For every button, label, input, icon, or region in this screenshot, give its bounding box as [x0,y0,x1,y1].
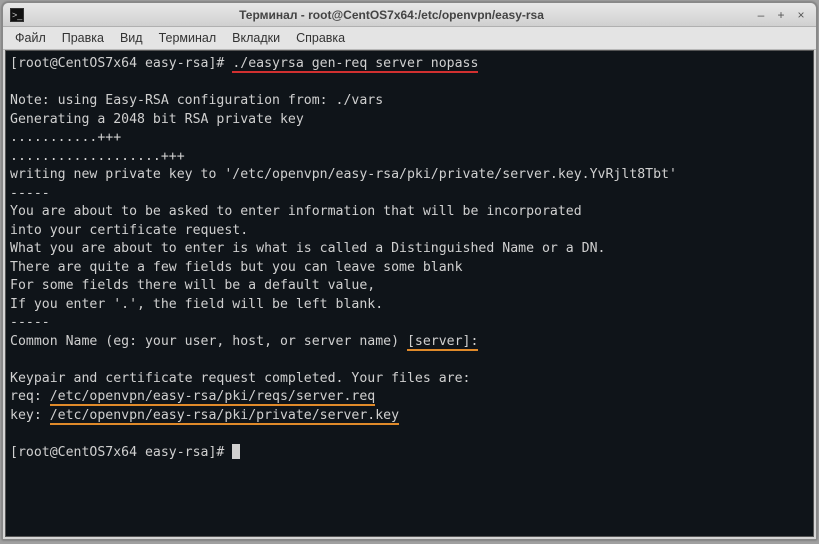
titlebar[interactable]: >_ Терминал - root@CentOS7x64:/etc/openv… [3,3,816,27]
terminal-window: >_ Терминал - root@CentOS7x64:/etc/openv… [2,2,817,540]
menu-terminal[interactable]: Терминал [151,29,225,47]
key-label: key: [10,408,50,423]
output-line: For some fields there will be a default … [10,278,375,293]
window-controls: – + × [752,8,810,22]
req-path: /etc/openvpn/easy-rsa/pki/reqs/server.re… [50,389,376,406]
terminal-icon: >_ [9,7,25,23]
req-label: req: [10,389,50,404]
cursor-icon [232,444,240,459]
svg-text:>_: >_ [12,10,23,20]
menu-file[interactable]: Файл [7,29,54,47]
output-line: ----- [10,315,50,330]
output-line: You are about to be asked to enter infor… [10,204,582,219]
menu-tabs[interactable]: Вкладки [224,29,288,47]
output-line: What you are about to enter is what is c… [10,241,605,256]
shell-prompt: [root@CentOS7x64 easy-rsa]# [10,56,232,71]
output-line: into your certificate request. [10,223,248,238]
key-path: /etc/openvpn/easy-rsa/pki/private/server… [50,408,399,425]
output-line: If you enter '.', the field will be left… [10,297,383,312]
menu-help[interactable]: Справка [288,29,353,47]
output-line: ----- [10,186,50,201]
cn-default: [server]: [407,334,478,351]
output-line: ...................+++ [10,149,185,164]
maximize-button[interactable]: + [772,8,790,22]
output-line: Generating a 2048 bit RSA private key [10,112,304,127]
cn-label: Common Name (eg: your user, host, or ser… [10,334,407,349]
close-button[interactable]: × [792,8,810,22]
output-line: There are quite a few fields but you can… [10,260,463,275]
output-line: writing new private key to '/etc/openvpn… [10,167,677,182]
command-text: ./easyrsa gen-req server nopass [232,56,478,73]
window-title: Терминал - root@CentOS7x64:/etc/openvpn/… [31,8,752,22]
output-line: Note: using Easy-RSA configuration from:… [10,93,383,108]
menu-edit[interactable]: Правка [54,29,112,47]
menubar: Файл Правка Вид Терминал Вкладки Справка [3,27,816,50]
terminal-body[interactable]: [root@CentOS7x64 easy-rsa]# ./easyrsa ge… [5,50,814,537]
output-line: Keypair and certificate request complete… [10,371,471,386]
output-line: ...........+++ [10,130,121,145]
minimize-button[interactable]: – [752,8,770,22]
menu-view[interactable]: Вид [112,29,151,47]
shell-prompt: [root@CentOS7x64 easy-rsa]# [10,445,232,460]
